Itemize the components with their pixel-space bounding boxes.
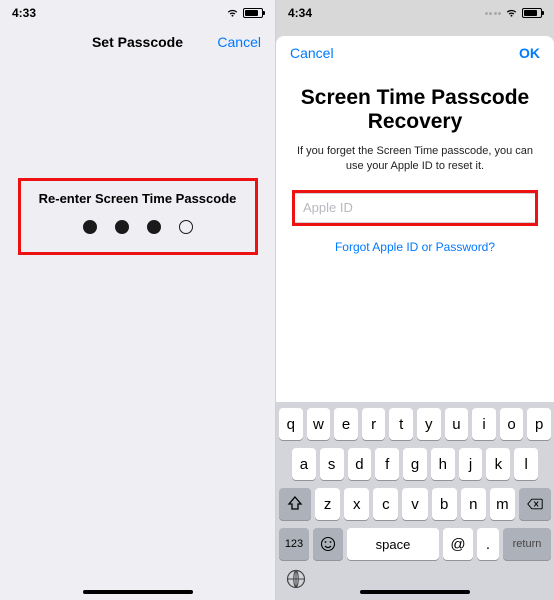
passcode-dots xyxy=(83,220,193,234)
passcode-prompt: Re-enter Screen Time Passcode xyxy=(39,191,237,206)
status-time: 4:34 xyxy=(288,6,312,20)
space-key[interactable]: space xyxy=(347,528,439,560)
sheet-subtitle: If you forget the Screen Time passcode, … xyxy=(292,144,538,174)
key-x[interactable]: x xyxy=(344,488,369,520)
key-l[interactable]: l xyxy=(514,448,538,480)
nav-bar: Set Passcode Cancel xyxy=(0,26,275,58)
at-key[interactable]: @ xyxy=(443,528,473,560)
key-t[interactable]: t xyxy=(389,408,413,440)
pin-dot-2 xyxy=(115,220,129,234)
recovery-sheet: Cancel OK Screen Time Passcode Recovery … xyxy=(276,36,554,600)
cancel-button[interactable]: Cancel xyxy=(217,34,261,50)
nav-title: Set Passcode xyxy=(92,34,183,50)
passcode-content: Re-enter Screen Time Passcode xyxy=(0,58,275,600)
key-z[interactable]: z xyxy=(315,488,340,520)
sheet-nav: Cancel OK xyxy=(276,36,554,70)
key-i[interactable]: i xyxy=(472,408,496,440)
pin-dot-4 xyxy=(179,220,193,234)
battery-icon xyxy=(522,8,542,18)
key-s[interactable]: s xyxy=(320,448,344,480)
emoji-icon xyxy=(320,536,336,552)
pin-dot-1 xyxy=(83,220,97,234)
apple-id-input[interactable] xyxy=(295,193,535,223)
key-d[interactable]: d xyxy=(348,448,372,480)
key-b[interactable]: b xyxy=(432,488,457,520)
cancel-button[interactable]: Cancel xyxy=(290,45,334,61)
key-h[interactable]: h xyxy=(431,448,455,480)
status-indicators xyxy=(485,8,543,18)
delete-icon xyxy=(527,496,543,512)
key-k[interactable]: k xyxy=(486,448,510,480)
delete-key[interactable] xyxy=(519,488,551,520)
wifi-icon xyxy=(505,8,518,18)
ok-button[interactable]: OK xyxy=(519,45,540,61)
key-q[interactable]: q xyxy=(279,408,303,440)
key-a[interactable]: a xyxy=(292,448,316,480)
status-time: 4:33 xyxy=(12,6,36,20)
key-j[interactable]: j xyxy=(459,448,483,480)
key-f[interactable]: f xyxy=(375,448,399,480)
key-o[interactable]: o xyxy=(500,408,524,440)
numbers-key[interactable]: 123 xyxy=(279,528,309,560)
return-key[interactable]: return xyxy=(503,528,551,560)
key-y[interactable]: y xyxy=(417,408,441,440)
battery-icon xyxy=(243,8,263,18)
key-p[interactable]: p xyxy=(527,408,551,440)
set-passcode-screen: 4:33 Set Passcode Cancel Re-enter Screen… xyxy=(0,0,276,600)
status-bar: 4:34 xyxy=(276,0,554,26)
keyboard: qwertyuiop asdfghjkl zxcvbnm 123 space @… xyxy=(276,402,554,600)
highlight-box xyxy=(292,190,538,226)
recovery-screen: 4:34 Cancel OK Screen Time Passcode Reco… xyxy=(276,0,554,600)
key-u[interactable]: u xyxy=(445,408,469,440)
period-key[interactable]: . xyxy=(477,528,499,560)
key-g[interactable]: g xyxy=(403,448,427,480)
key-m[interactable]: m xyxy=(490,488,515,520)
key-v[interactable]: v xyxy=(402,488,427,520)
shift-icon xyxy=(287,496,303,512)
home-indicator[interactable] xyxy=(83,590,193,594)
sheet-title: Screen Time Passcode Recovery xyxy=(292,86,538,134)
key-c[interactable]: c xyxy=(373,488,398,520)
key-n[interactable]: n xyxy=(461,488,486,520)
emoji-key[interactable] xyxy=(313,528,343,560)
highlight-box: Re-enter Screen Time Passcode xyxy=(18,178,258,255)
status-indicators xyxy=(226,8,263,18)
pin-dot-3 xyxy=(147,220,161,234)
wifi-icon xyxy=(226,8,239,18)
key-e[interactable]: e xyxy=(334,408,358,440)
key-w[interactable]: w xyxy=(307,408,331,440)
home-indicator[interactable] xyxy=(360,590,470,594)
status-bar: 4:33 xyxy=(0,0,275,26)
shift-key[interactable] xyxy=(279,488,311,520)
signal-icon xyxy=(485,12,502,15)
sheet-body: Screen Time Passcode Recovery If you for… xyxy=(276,70,554,254)
globe-icon[interactable] xyxy=(285,568,307,590)
key-r[interactable]: r xyxy=(362,408,386,440)
forgot-link[interactable]: Forgot Apple ID or Password? xyxy=(335,240,495,254)
